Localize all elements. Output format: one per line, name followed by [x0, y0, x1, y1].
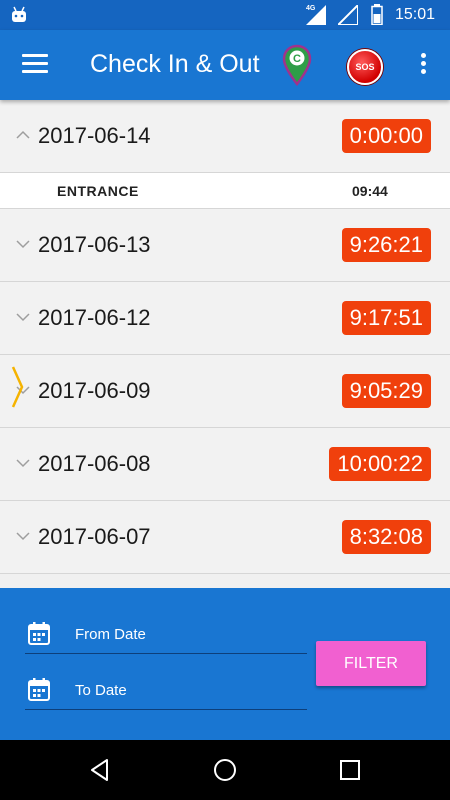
signal-icon: [338, 5, 358, 25]
swipe-indicator-icon: [11, 366, 24, 408]
entry-date: 2017-06-09: [38, 378, 151, 403]
chevron-up-icon: [16, 130, 30, 139]
calendar-icon: [28, 678, 50, 701]
chevron-down-icon: [16, 459, 30, 468]
recents-icon[interactable]: [338, 758, 362, 782]
list-item[interactable]: 2017-06-07 8:32:08: [0, 501, 450, 574]
back-icon[interactable]: [88, 758, 112, 782]
system-nav-bar: [0, 740, 450, 800]
entry-detail: ENTRANCE 09:44: [0, 173, 450, 209]
sos-button[interactable]: SOS: [347, 49, 383, 85]
duration-badge: 8:32:08: [341, 520, 431, 554]
battery-icon: [371, 4, 383, 25]
entry-date: 2017-06-07: [38, 524, 151, 549]
detail-label: ENTRANCE: [57, 183, 139, 199]
chevron-down-icon: [16, 532, 30, 541]
status-bar: 4G 15:01: [0, 0, 450, 30]
list-item[interactable]: 2017-06-13 9:26:21: [0, 209, 450, 282]
filter-button[interactable]: FILTER: [316, 641, 426, 686]
duration-badge: 9:26:21: [341, 228, 431, 262]
duration-badge: 0:00:00: [341, 119, 431, 153]
page-title: Check In & Out: [90, 50, 260, 78]
status-time: 15:01: [395, 6, 436, 23]
calendar-icon: [28, 622, 50, 645]
to-date-field[interactable]: To Date: [25, 674, 307, 710]
duration-badge: 9:05:29: [341, 374, 431, 408]
list-item[interactable]: 2017-06-09 9:05:29: [0, 355, 450, 428]
check-in-list[interactable]: 2017-06-14 0:00:00 ENTRANCE 09:44 2017-0…: [0, 100, 450, 588]
android-icon: [12, 6, 26, 22]
home-icon[interactable]: [213, 758, 237, 782]
filter-panel: From Date To Date FILTER: [0, 588, 450, 740]
signal-4g-icon: [306, 5, 326, 25]
duration-badge: 10:00:22: [329, 447, 431, 481]
list-item[interactable]: 2017-06-14 0:00:00: [0, 100, 450, 173]
chevron-down-icon: [16, 313, 30, 322]
entry-date: 2017-06-08: [38, 451, 151, 476]
from-date-placeholder: From Date: [75, 626, 146, 643]
entry-date: 2017-06-13: [38, 232, 151, 257]
detail-value: 09:44: [352, 183, 388, 199]
entry-date: 2017-06-12: [38, 305, 151, 330]
to-date-placeholder: To Date: [75, 682, 127, 699]
hamburger-menu-icon[interactable]: [22, 54, 48, 76]
list-item[interactable]: 2017-06-08 10:00:22: [0, 428, 450, 501]
pin-letter: C: [293, 53, 301, 65]
chevron-down-icon: [16, 240, 30, 249]
location-pin-icon[interactable]: C: [282, 44, 312, 86]
list-item[interactable]: 2017-06-12 9:17:51: [0, 282, 450, 355]
duration-badge: 9:17:51: [341, 301, 431, 335]
from-date-field[interactable]: From Date: [25, 618, 307, 654]
entry-date: 2017-06-14: [38, 123, 151, 148]
app-bar: Check In & Out C SOS: [0, 30, 450, 100]
more-vert-icon[interactable]: [419, 53, 427, 77]
